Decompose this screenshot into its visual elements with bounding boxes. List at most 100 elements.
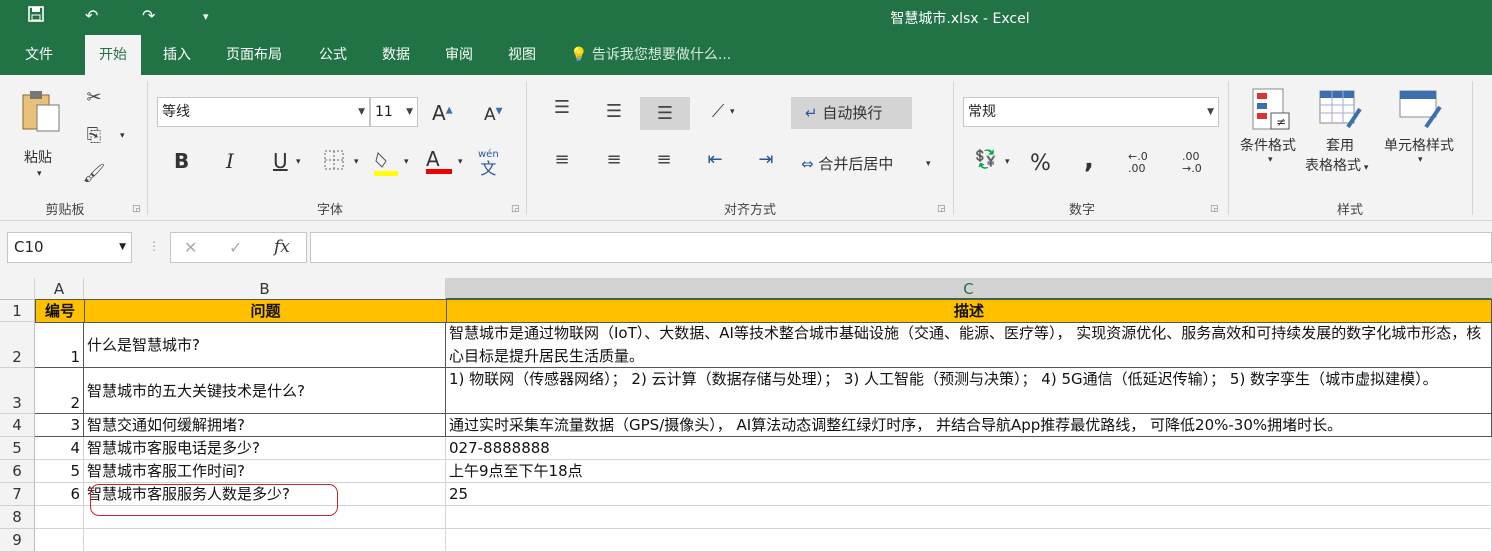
row-header[interactable]: 6 <box>0 460 35 483</box>
format-as-table-icon[interactable] <box>1318 87 1362 136</box>
accounting-format-icon[interactable]: 💱 <box>972 149 1000 170</box>
confirm-entry-button[interactable]: ✓ <box>229 238 242 257</box>
copy-dropdown-icon[interactable]: ▾ <box>120 131 125 141</box>
table-cell-question[interactable]: 智慧城市客服电话是多少? <box>84 437 446 460</box>
merge-dropdown-icon[interactable]: ▾ <box>926 159 931 169</box>
row-header[interactable]: 4 <box>0 414 35 437</box>
row-header[interactable]: 5 <box>0 437 35 460</box>
empty-cell[interactable] <box>446 506 1492 529</box>
table-cell-description[interactable]: 通过实时采集车流量数据（GPS/摄像头）， AI算法动态调整红绿灯时序， 并结合… <box>446 414 1492 437</box>
grow-font-button[interactable]: A▲ <box>432 101 453 125</box>
name-box[interactable]: C10 ▼ <box>7 232 132 263</box>
formula-input[interactable] <box>310 232 1492 263</box>
align-center-icon[interactable]: ≡ <box>600 149 628 170</box>
row-header[interactable]: 8 <box>0 506 35 529</box>
format-painter-icon[interactable]: 🖌 <box>82 163 106 184</box>
header-cell-question[interactable]: 问题 <box>84 299 447 323</box>
empty-cell[interactable] <box>35 506 84 529</box>
increase-decimal-button[interactable]: ←.0 .00 <box>1128 151 1148 175</box>
merge-center-button[interactable]: ⇔ 合并后居中 <box>801 153 893 174</box>
conditional-formatting-icon[interactable]: ≠ <box>1248 87 1292 136</box>
orientation-icon[interactable]: ⟋ <box>704 101 732 122</box>
clipboard-launcher-icon[interactable]: ◲ <box>132 204 141 214</box>
borders-icon[interactable] <box>320 149 348 176</box>
fill-color-dropdown-icon[interactable]: ▾ <box>404 157 409 167</box>
decrease-decimal-button[interactable]: .00 →.0 <box>1182 151 1202 175</box>
phonetic-guide-button[interactable]: wén 文 <box>478 149 499 177</box>
cell-styles-label[interactable]: 单元格样式 <box>1384 135 1454 155</box>
tab-data[interactable]: 数据 <box>368 35 424 75</box>
italic-button[interactable]: I <box>226 149 234 173</box>
borders-dropdown-icon[interactable]: ▾ <box>354 157 359 167</box>
align-bottom-icon[interactable]: ☰ <box>640 97 690 130</box>
header-cell-id[interactable]: 编号 <box>35 299 85 323</box>
accounting-dropdown-icon[interactable]: ▾ <box>1005 157 1010 167</box>
font-color-button[interactable]: A <box>426 147 452 174</box>
tab-formulas[interactable]: 公式 <box>305 35 361 75</box>
table-cell-id[interactable]: 5 <box>35 460 84 483</box>
table-cell-question[interactable]: 智慧交通如何缓解拥堵? <box>84 414 446 437</box>
table-cell-question[interactable]: 智慧城市的五大关键技术是什么? <box>84 368 446 414</box>
font-color-dropdown-icon[interactable]: ▾ <box>458 157 463 167</box>
paste-dropdown-icon[interactable]: ▾ <box>37 169 42 179</box>
table-cell-question[interactable]: 智慧城市客服工作时间? <box>84 460 446 483</box>
column-header-c[interactable]: C <box>446 278 1492 300</box>
decrease-indent-icon[interactable]: ⇤ <box>701 149 729 170</box>
tab-file[interactable]: 文件 <box>11 35 67 75</box>
table-cell-description[interactable]: 上午9点至下午18点 <box>446 460 1492 483</box>
tab-home[interactable]: 开始 <box>85 35 141 75</box>
table-cell-description[interactable]: 25 <box>446 483 1492 506</box>
percent-button[interactable]: % <box>1030 151 1051 176</box>
orientation-dropdown-icon[interactable]: ▾ <box>730 107 735 117</box>
tab-view[interactable]: 视图 <box>494 35 550 75</box>
number-launcher-icon[interactable]: ◲ <box>1210 204 1219 214</box>
tab-review[interactable]: 审阅 <box>431 35 487 75</box>
cell-styles-icon[interactable] <box>1398 87 1442 136</box>
table-cell-id[interactable]: 2 <box>35 368 84 414</box>
bold-button[interactable]: B <box>174 149 189 173</box>
font-size-combo[interactable]: 11 ▼ <box>370 97 418 127</box>
underline-dropdown-icon[interactable]: ▾ <box>296 157 301 167</box>
shrink-font-button[interactable]: A▼ <box>484 105 503 125</box>
alignment-launcher-icon[interactable]: ◲ <box>937 204 946 214</box>
fill-color-icon[interactable] <box>372 147 400 182</box>
conditional-dropdown-icon[interactable]: ▾ <box>1268 155 1273 165</box>
align-left-icon[interactable]: ≡ <box>548 149 576 170</box>
font-name-combo[interactable]: 等线 ▼ <box>157 97 370 127</box>
table-cell-id[interactable]: 3 <box>35 414 84 437</box>
tell-me-search[interactable]: 💡 告诉我您想要做什么... <box>556 35 745 75</box>
copy-icon[interactable]: ⎘ <box>82 125 106 146</box>
row-header[interactable]: 2 <box>0 322 35 368</box>
conditional-formatting-label[interactable]: 条件格式 <box>1240 135 1296 155</box>
cut-icon[interactable]: ✂ <box>82 87 106 108</box>
underline-button[interactable]: U <box>273 149 288 173</box>
table-cell-id[interactable]: 4 <box>35 437 84 460</box>
column-header-a[interactable]: A <box>35 278 84 300</box>
align-right-icon[interactable]: ≡ <box>650 149 678 170</box>
cancel-entry-button[interactable]: ✕ <box>184 238 197 257</box>
table-cell-question[interactable]: 什么是智慧城市? <box>84 322 446 368</box>
table-cell-description[interactable]: 1) 物联网（传感器网络）； 2) 云计算（数据存储与处理）； 3) 人工智能（… <box>446 368 1492 414</box>
insert-function-button[interactable]: fx <box>274 237 290 257</box>
cell-styles-dropdown-icon[interactable]: ▾ <box>1418 155 1423 165</box>
column-header-b[interactable]: B <box>84 278 446 300</box>
format-as-table-label[interactable]: 表格格式 ▾ <box>1305 155 1368 175</box>
increase-indent-icon[interactable]: ⇥ <box>752 149 780 170</box>
number-format-combo[interactable]: 常规 ▼ <box>963 97 1219 127</box>
tab-insert[interactable]: 插入 <box>149 35 205 75</box>
table-cell-id[interactable]: 6 <box>35 483 84 506</box>
tab-page-layout[interactable]: 页面布局 <box>212 35 296 75</box>
row-header[interactable]: 3 <box>0 368 35 414</box>
paste-label[interactable]: 粘贴 <box>24 147 52 167</box>
row-header[interactable]: 7 <box>0 483 35 506</box>
table-cell-description[interactable]: 智慧城市是通过物联网（IoT）、大数据、AI等技术整合城市基础设施（交通、能源、… <box>446 322 1492 368</box>
select-all-corner[interactable] <box>0 278 35 300</box>
font-launcher-icon[interactable]: ◲ <box>511 204 520 214</box>
table-cell-id[interactable]: 1 <box>35 322 84 368</box>
row-header[interactable]: 1 <box>0 300 35 322</box>
paste-icon[interactable] <box>18 87 64 133</box>
format-as-table-top[interactable]: 套用 <box>1326 135 1354 155</box>
align-top-icon[interactable]: ☰ <box>548 97 576 118</box>
comma-button[interactable]: , <box>1084 145 1094 175</box>
table-cell-description[interactable]: 027-8888888 <box>446 437 1492 460</box>
